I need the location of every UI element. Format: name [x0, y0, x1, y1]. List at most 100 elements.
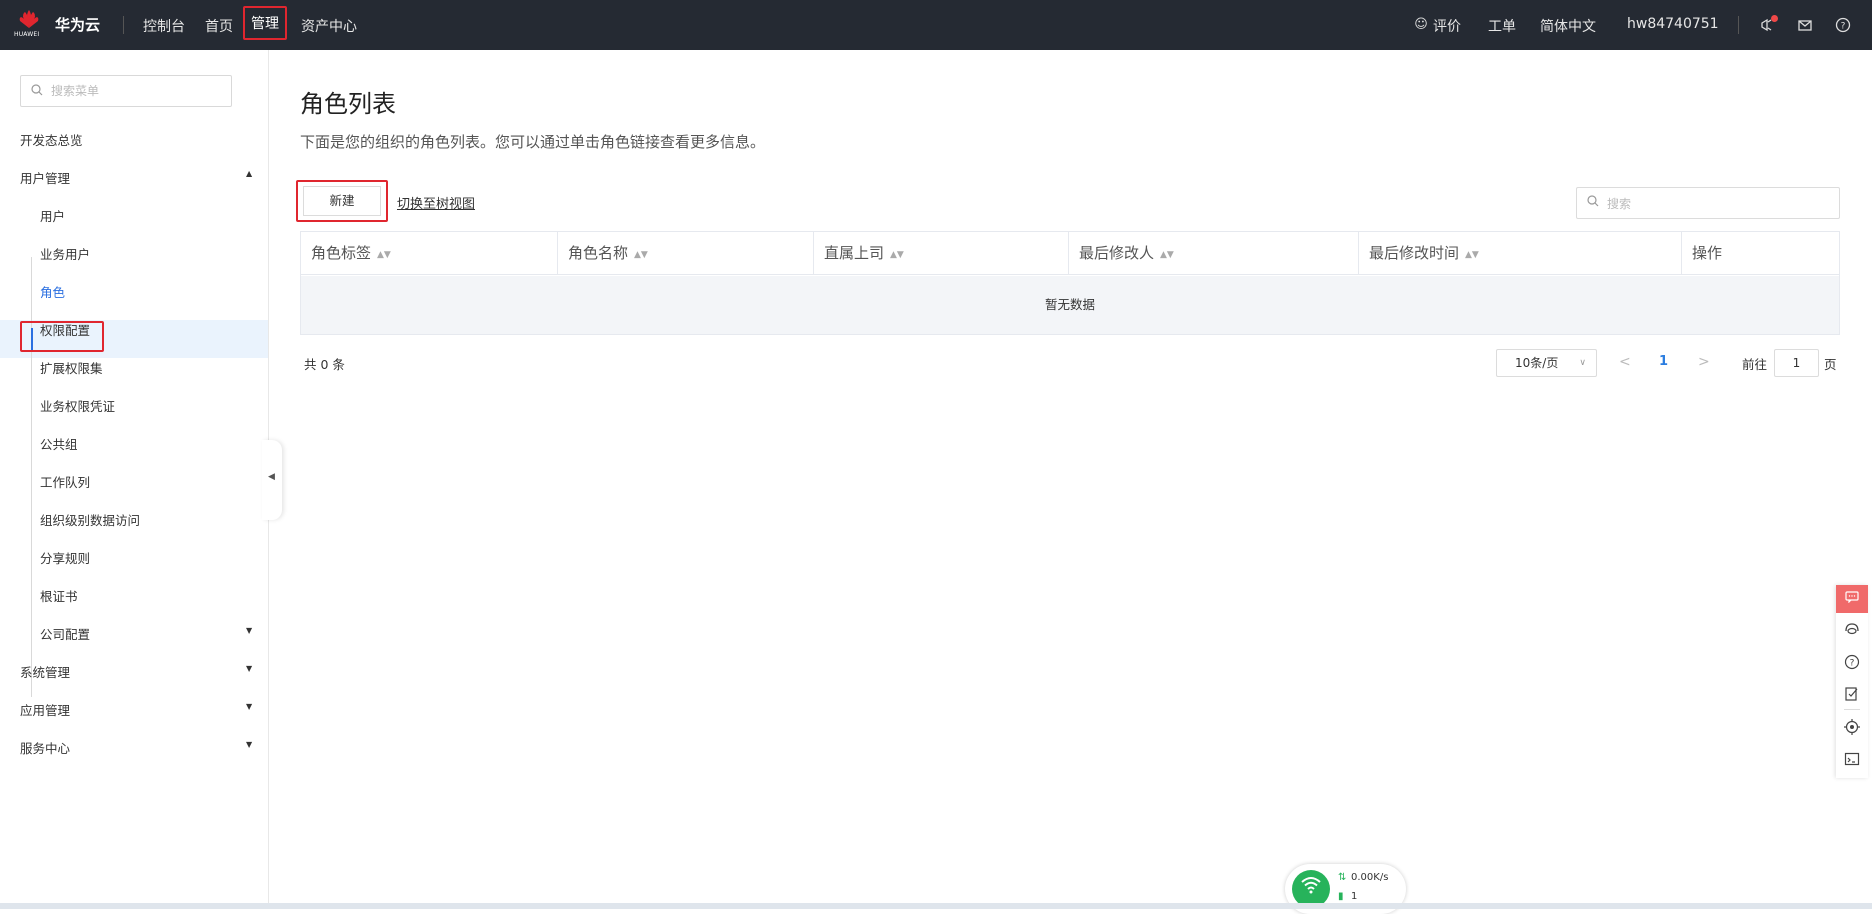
brand-name[interactable]: 华为云 [55, 14, 100, 35]
sort-icon[interactable]: ▲▼ [1465, 250, 1479, 260]
caret-left-icon: ◀ [268, 472, 275, 482]
page-title: 角色列表 [300, 90, 396, 118]
bottom-edge [0, 903, 1872, 909]
caret-down-icon[interactable]: ▼ [246, 702, 252, 711]
roles-table: 角色标签 ▲▼ 角色名称 ▲▼ 直属上司 ▲▼ 最后修改人 ▲▼ 最后修改时间 ▲▼ 操作… [300, 231, 1840, 335]
nav-manage[interactable]: 管理 [243, 6, 287, 40]
floating-toolbar: ? [1836, 585, 1868, 778]
search-icon [1587, 195, 1599, 210]
column-role-label[interactable]: 角色标签 ▲▼ [301, 232, 558, 275]
sidebar-item-company-config[interactable]: 公司配置 [40, 624, 90, 643]
chat-icon[interactable] [1836, 585, 1868, 613]
sidebar-item-app-mgmt[interactable]: 应用管理 [20, 700, 70, 719]
help-circle-icon[interactable]: ? [1843, 654, 1861, 672]
goto-suffix: 页 [1824, 357, 1837, 372]
table-header: 角色标签 ▲▼ 角色名称 ▲▼ 直属上司 ▲▼ 最后修改人 ▲▼ 最后修改时间 ▲▼ 操作 [301, 232, 1839, 275]
nav-asset-center[interactable]: 资产中心 [301, 16, 357, 36]
sidebar-search-input[interactable] [51, 81, 221, 101]
sidebar-item-users[interactable]: 用户 [40, 206, 65, 225]
column-actions: 操作 [1682, 232, 1839, 275]
page-size-select[interactable]: 10条/页 ∨ [1496, 349, 1597, 377]
page-description: 下面是您的组织的角色列表。您可以通过单击角色链接查看更多信息。 [300, 133, 766, 151]
top-nav-bar: HUAWEI 华为云 控制台 首页 管理 资产中心 ☺ 评价 工单 简体中文 h… [0, 0, 1872, 50]
sidebar-item-roles[interactable]: 角色 [40, 282, 65, 301]
up-down-arrows-icon: ⇅ [1338, 872, 1347, 883]
mail-icon[interactable] [1797, 17, 1813, 33]
next-page-button[interactable]: > [1698, 354, 1710, 370]
column-role-name[interactable]: 角色名称 ▲▼ [558, 232, 814, 275]
sort-icon[interactable]: ▲▼ [890, 250, 904, 260]
column-manager[interactable]: 直属上司 ▲▼ [814, 232, 1069, 275]
smile-icon[interactable]: ☺ [1413, 17, 1429, 33]
nav-home[interactable]: 首页 [205, 16, 233, 36]
sidebar-collapse-toggle[interactable]: ◀ [262, 440, 282, 520]
network-speed: 0.00K/s [1351, 872, 1389, 883]
connection-count: 1 [1351, 891, 1358, 902]
logo-text: HUAWEI [14, 31, 40, 38]
huawei-petals-icon [19, 10, 39, 28]
help-icon[interactable]: ? [1835, 17, 1851, 33]
toolbar-divider [1844, 709, 1860, 710]
feedback-link[interactable]: 评价 [1433, 16, 1461, 36]
sidebar-item-root-cert[interactable]: 根证书 [40, 586, 78, 605]
notification-dot [1771, 15, 1778, 22]
page-number-current[interactable]: 1 [1659, 354, 1668, 369]
sidebar-search[interactable] [20, 75, 232, 107]
sidebar-item-user-mgmt[interactable]: 用户管理 [20, 168, 70, 187]
total-count: 共 0 条 [304, 357, 345, 372]
column-label: 最后修改时间 [1369, 244, 1460, 262]
sidebar-item-org-data-access[interactable]: 组织级别数据访问 [40, 510, 140, 529]
svg-text:?: ? [1841, 22, 1846, 32]
sidebar-item-ext-permission-set[interactable]: 扩展权限集 [40, 358, 103, 377]
language-select[interactable]: 简体中文 [1540, 16, 1596, 36]
huawei-logo[interactable]: HUAWEI [14, 9, 44, 41]
column-label: 角色标签 [311, 244, 372, 262]
search-icon [31, 84, 43, 99]
column-last-modified-by[interactable]: 最后修改人 ▲▼ [1069, 232, 1359, 275]
nav-console[interactable]: 控制台 [143, 16, 185, 36]
sidebar-item-overview[interactable]: 开发态总览 [20, 130, 83, 149]
page-size-value: 10条/页 [1515, 356, 1559, 370]
goto-label: 前往 [1742, 357, 1768, 372]
sidebar-item-work-queue[interactable]: 工作队列 [40, 472, 90, 491]
caret-down-icon[interactable]: ▼ [246, 664, 252, 673]
column-label: 角色名称 [568, 244, 629, 262]
sidebar: 开发态总览 用户管理 ▲ 用户 业务用户 角色 权限配置 扩展权限集 业务权限凭… [0, 50, 269, 909]
sort-icon[interactable]: ▲▼ [377, 250, 391, 260]
switch-tree-view-link[interactable]: 切换至树视图 [397, 193, 475, 212]
sort-icon[interactable]: ▲▼ [634, 250, 648, 260]
terminal-icon[interactable] [1843, 751, 1861, 769]
username-menu[interactable]: hw84740751 [1627, 16, 1719, 32]
svg-text:?: ? [1850, 659, 1855, 669]
role-search-input[interactable] [1607, 194, 1827, 214]
sidebar-item-business-users[interactable]: 业务用户 [40, 244, 90, 263]
column-last-modified-time[interactable]: 最后修改时间 ▲▼ [1359, 232, 1682, 275]
caret-down-icon[interactable]: ▼ [246, 626, 252, 635]
headset-icon[interactable] [1843, 622, 1861, 640]
prev-page-button[interactable]: < [1619, 354, 1631, 370]
chevron-down-icon: ∨ [1579, 358, 1586, 368]
caret-down-icon[interactable]: ▼ [246, 740, 252, 749]
sort-icon[interactable]: ▲▼ [1160, 250, 1174, 260]
target-icon[interactable] [1843, 719, 1861, 737]
column-label: 直属上司 [824, 244, 885, 262]
column-label: 最后修改人 [1079, 244, 1155, 262]
new-button-highlight-box: 新建 [296, 180, 388, 222]
goto-page-input[interactable]: 1 [1774, 349, 1819, 377]
edit-note-icon[interactable] [1843, 686, 1861, 704]
sidebar-item-public-group[interactable]: 公共组 [40, 434, 78, 453]
caret-up-icon[interactable]: ▲ [246, 169, 252, 178]
right-divider [1738, 16, 1739, 34]
sidebar-item-business-permission-cert[interactable]: 业务权限凭证 [40, 396, 115, 415]
role-search[interactable] [1576, 187, 1840, 219]
device-icon: ▮ [1338, 891, 1344, 902]
new-role-button[interactable]: 新建 [303, 186, 381, 216]
nav-divider [123, 16, 124, 34]
empty-state: 暂无数据 [301, 276, 1839, 334]
ticket-link[interactable]: 工单 [1488, 16, 1516, 36]
column-label: 操作 [1692, 244, 1723, 262]
roles-highlight-box [20, 321, 104, 352]
sidebar-item-share-rules[interactable]: 分享规则 [40, 548, 90, 567]
sidebar-item-service-center[interactable]: 服务中心 [20, 738, 70, 757]
sidebar-item-system-mgmt[interactable]: 系统管理 [20, 662, 70, 681]
